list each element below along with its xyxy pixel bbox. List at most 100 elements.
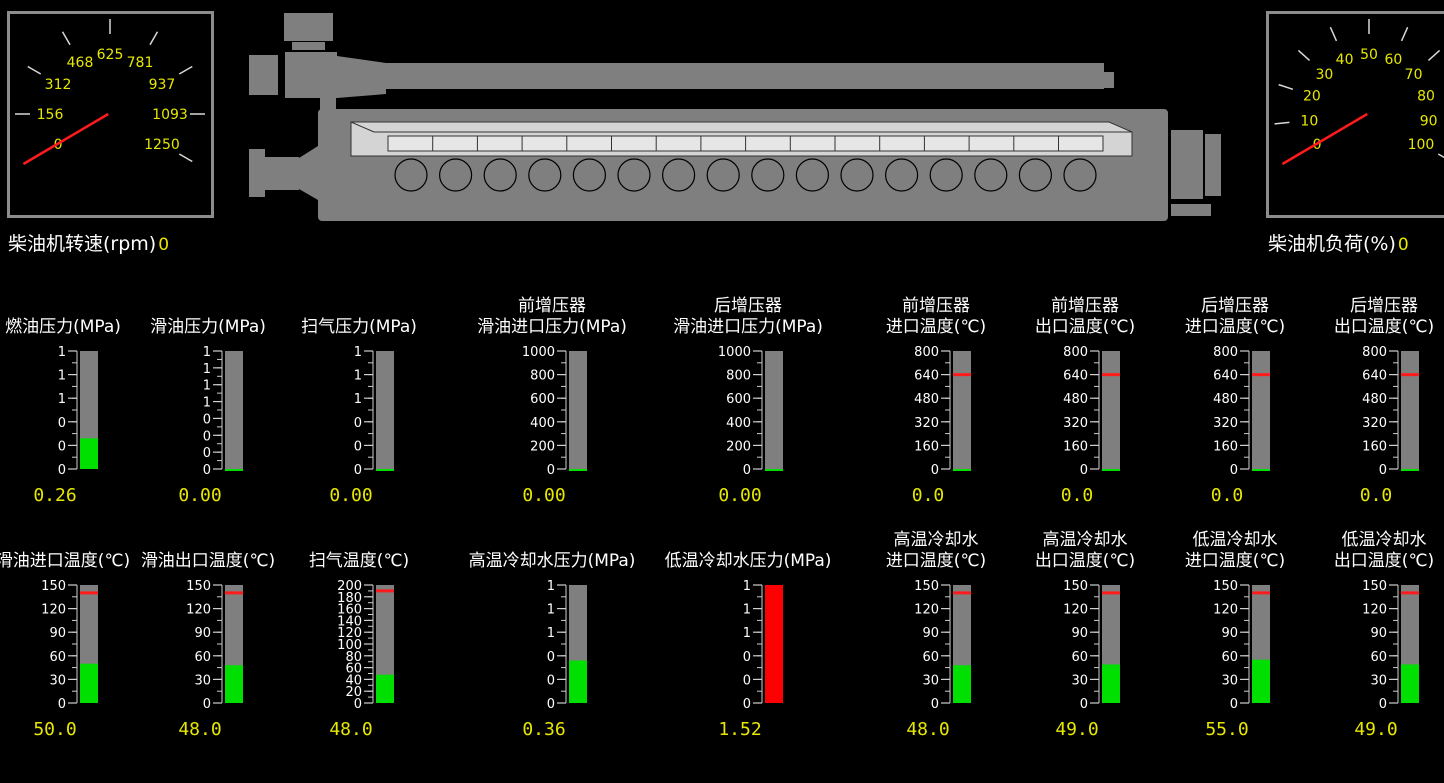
rpm-tick-label: 312: [45, 77, 72, 93]
gauge-tick-label: 60: [1370, 650, 1387, 665]
gauge-tick-label: 150: [1213, 579, 1238, 594]
gauge-fill: [80, 438, 98, 469]
gauge-tick-label: 0: [743, 650, 751, 665]
gauge-track: [953, 351, 971, 469]
engine-speed-dial: 015631246862578193710931250: [7, 11, 214, 218]
engine-speed-readout: 柴油机转速(rpm) 0: [8, 229, 169, 256]
engine-rib: [517, 90, 529, 109]
engine-rib: [829, 90, 841, 109]
gauge-fill: [1102, 664, 1120, 703]
gauge-tick-label: 30: [1221, 673, 1238, 688]
gauge-title-line2: 低温冷却水压力(MPa): [664, 551, 832, 571]
gauge-title: 扫气温度(℃): [274, 530, 444, 572]
gauge-fill: [376, 674, 394, 703]
engine-rib: [1007, 90, 1019, 109]
gauge-title-line2: 进口温度(℃): [1184, 551, 1286, 571]
gauge-title-line2: 扫气压力(MPa): [301, 317, 417, 337]
gauge-tick-label: 60: [1071, 650, 1088, 665]
engine-speed-dial-face: 015631246862578193710931250: [15, 19, 205, 166]
gauge-title-line1: 后增压器: [1201, 296, 1269, 316]
gauge-tick-label: 90: [1221, 626, 1238, 641]
gauge-fill: [569, 469, 587, 471]
bar-gauge: 0 0 0 1 1 1: [58, 345, 98, 478]
engine-speed-value: 0: [158, 235, 170, 255]
gauge-tick-label: 1: [58, 392, 66, 407]
rpm-tick-label: 625: [97, 47, 124, 63]
load-tick-label: 40: [1336, 52, 1354, 68]
bar-gauge: 0 160 320 480 640 800: [1063, 345, 1120, 478]
gauge-title: 扫气压力(MPa): [274, 296, 444, 338]
gauge-tick-label: 120: [1063, 603, 1088, 618]
gauge-title: 低温冷却水压力(MPa): [663, 530, 833, 572]
engine-load-label: 柴油机负荷(%): [1268, 233, 1396, 255]
gauge-title-line1: 低温冷却水: [1341, 530, 1427, 550]
gauge-fill: [1401, 664, 1419, 703]
bar-gauge: 0 160 320 480 640 800: [1362, 345, 1419, 478]
gauge-value: 0.0: [1060, 485, 1094, 506]
engine-rib: [874, 90, 885, 109]
gauge-tick-label: 160: [1362, 439, 1387, 454]
gauge-title-line1: 前增压器: [902, 296, 970, 316]
gauge-fill: [225, 469, 243, 471]
gauge-tick-label: 480: [1362, 392, 1387, 407]
load-tick-label: 10: [1300, 113, 1318, 129]
gauge-tick-label: 0: [743, 697, 751, 712]
gauge-tick-label: 1: [58, 345, 66, 360]
gauge-tick-label: 0: [58, 439, 66, 454]
gauge-title: 前增压器 滑油进口压力(MPa): [467, 296, 637, 338]
gauge-tick-label: 60: [922, 650, 939, 665]
gauge-track: [1401, 351, 1419, 469]
engine-rib: [606, 90, 618, 109]
gauge-tick-label: 1: [203, 362, 211, 377]
load-tick: [1278, 83, 1294, 90]
gauge-tick-label: 0: [1080, 463, 1088, 478]
gauge-tick-label: 0: [1080, 697, 1088, 712]
gauge-title-line1: [663, 530, 833, 551]
engine-speed-label: 柴油机转速(rpm): [8, 233, 157, 255]
gauge-tick-label: 0: [1230, 463, 1238, 478]
gauge-tick-label: 90: [1071, 626, 1088, 641]
gauge-tick-label: 120: [1362, 603, 1387, 618]
bar-gauge: 0 0 0 1 1 1: [743, 579, 783, 712]
gauge-tick-label: 200: [337, 579, 362, 594]
bar-gauge: 0 30 60 90 120 150: [186, 579, 243, 712]
gauge-tick-label: 120: [41, 603, 66, 618]
gauge-value: 1.52: [718, 719, 762, 740]
load-tick-label: 60: [1384, 52, 1402, 68]
gauge-fill: [1252, 469, 1270, 471]
rpm-tick-label: 937: [149, 77, 176, 93]
gauge-value: 55.0: [1205, 719, 1249, 740]
gauge-tick-label: 0: [1379, 463, 1387, 478]
bar-gauge: 0 30 60 90 120 150: [1213, 579, 1270, 712]
gauge-tick-label: 0: [547, 650, 555, 665]
load-tick: [1400, 26, 1409, 42]
gauge-tick-label: 90: [1370, 626, 1387, 641]
engine-rib: [740, 90, 752, 109]
gauge-title: 后增压器 出口温度(℃): [1299, 296, 1444, 338]
engine-load-readout: 柴油机负荷(%) 0: [1268, 229, 1409, 256]
gauge-value: 0.00: [178, 485, 222, 506]
gauge-tick-label: 90: [922, 626, 939, 641]
gauge-title-line2: 扫气温度(℃): [308, 551, 410, 571]
engine-rib: [651, 90, 662, 109]
gauge-tick-label: 120: [1213, 603, 1238, 618]
gauge-title-line2: 滑油进口压力(MPa): [673, 317, 823, 337]
gauge-track: [1252, 351, 1270, 469]
engine-rib: [963, 90, 975, 109]
rpm-tick-label: 1250: [144, 137, 180, 153]
gauge-tick-label: 150: [41, 579, 66, 594]
load-tick-label: 70: [1405, 67, 1423, 83]
bar-gauge: 020406080100120140160180200: [337, 579, 394, 712]
gauge-tick-label: 0: [58, 416, 66, 431]
bar-gauge: 0 0 0 1 1 1: [547, 579, 587, 712]
gauge-tick-label: 480: [1213, 392, 1238, 407]
gauge-fill: [765, 469, 783, 471]
gauge-tick-label: 640: [1063, 369, 1088, 384]
gauge-title-line2: 滑油出口温度(℃): [140, 551, 276, 571]
gauge-tick-label: 60: [194, 650, 211, 665]
rpm-tick: [61, 31, 71, 46]
gauge-track: [225, 351, 243, 469]
gauge-value: 0.36: [522, 719, 566, 740]
gauge-tick-label: 60: [1221, 650, 1238, 665]
gauge-tick-label: 160: [1213, 439, 1238, 454]
